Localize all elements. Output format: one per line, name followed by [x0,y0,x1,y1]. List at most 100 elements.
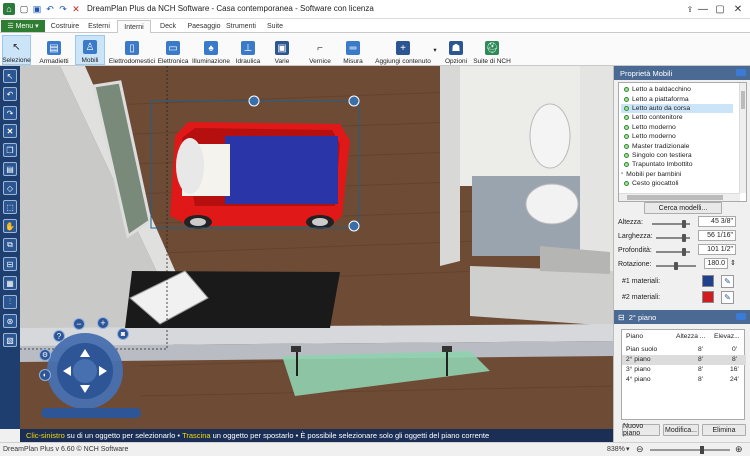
width-input[interactable]: 56 1/16" [698,230,736,241]
camera-icon[interactable] [736,313,746,320]
table-row[interactable]: 3° piano 8' 16' [622,365,746,375]
lighting-tool-button[interactable]: ♠ Illuminazione [192,35,230,65]
list-item-selected[interactable]: Letto auto da corsa [621,103,733,114]
list-horizontal-scrollbar[interactable] [619,193,740,201]
undo-icon[interactable]: ↶ [3,87,17,101]
list-item[interactable]: Letto a piattaforma [624,94,689,103]
nch-suite-button[interactable]: ⛑ Suite di NCH [472,35,512,65]
material-2-swatch[interactable] [702,291,714,303]
width-slider[interactable] [656,234,690,242]
new-icon[interactable]: ▢ [18,3,30,15]
table-row[interactable]: 4° piano 8' 24' [622,375,746,385]
grid-icon[interactable]: ▦ [3,276,17,290]
collapse-icon[interactable]: ⊟ [618,313,625,322]
zoom-in-button[interactable]: ⊕ [735,444,743,455]
material-1-swatch[interactable] [702,275,714,287]
rotation-slider[interactable] [656,262,696,270]
edit-floor-button[interactable]: Modifica... [663,424,699,436]
zoom-in-icon[interactable]: + [97,317,109,329]
tab-interni[interactable]: Interni [117,20,151,33]
tab-suite[interactable]: Suite [264,20,286,33]
hand-icon[interactable]: ✋ [3,219,17,233]
list-item[interactable]: Trapuntato Imbottito [624,160,693,169]
electronics-tool-button[interactable]: ▭ Elettronica [157,35,189,65]
paint-tool-button[interactable]: ⌐ Vernice [306,35,334,66]
list-vertical-scrollbar[interactable] [739,83,746,193]
tab-paesaggio[interactable]: Paesaggio [184,20,224,33]
spinner-icon[interactable]: ⇕ [730,259,736,267]
zoom-slider-thumb[interactable] [700,446,704,454]
table-row[interactable]: Pian suolo 8' 0' [622,345,746,355]
close-button[interactable]: ✕ [729,1,747,17]
tab-costruire[interactable]: Costruire [48,20,82,33]
cabinets-tool-button[interactable]: ▤ Armadietti [37,35,71,65]
add-content-button[interactable]: + Aggiungi contenuto [374,35,432,65]
eyedropper-icon[interactable]: ✎ [721,275,734,288]
camera-icon[interactable]: ◙ [117,328,129,340]
delete-icon[interactable]: ✕ [70,3,82,15]
list-item[interactable]: Letto moderno [624,132,676,141]
search-models-button[interactable]: Cerca modelli... [644,202,722,214]
list-category[interactable]: ▫ Mobili per bambini [621,170,681,179]
compass-icon[interactable]: ⊛ [3,314,17,328]
plumbing-tool-button[interactable]: ⊥ Idraulica [233,35,263,65]
zoom-out-icon[interactable]: − [73,318,85,330]
options-button[interactable]: ☗ Opzioni [443,35,469,65]
camera-icon[interactable] [736,69,746,76]
new-floor-button[interactable]: Nuovo piano [622,423,660,437]
list-item[interactable]: Letto contenitore [624,113,683,122]
settings-icon[interactable]: ⚙ [39,349,51,361]
list-item[interactable]: Master tradizionale [624,141,689,150]
align-icon[interactable]: ⫶ [3,295,17,309]
pan-control[interactable] [73,359,97,383]
copy-icon[interactable]: ❐ [3,143,17,157]
appliances-tool-button[interactable]: ▯ Elettrodomestici [108,35,156,65]
furniture-list[interactable]: Letto a baldacchino Letto a piattaforma … [618,82,747,202]
zoom-slider[interactable] [650,449,730,451]
selection-tool-button[interactable]: ↖ Selezione [2,35,31,65]
orbit-icon[interactable]: ◐ [39,369,51,381]
help-icon[interactable]: ? [53,330,65,342]
depth-slider[interactable] [656,248,690,256]
tab-strumenti[interactable]: Strumenti [226,20,256,33]
zoom-out-button[interactable]: ⊖ [636,444,644,455]
height-input[interactable]: 45 3/8" [698,216,736,227]
tab-esterni[interactable]: Esterni [84,20,114,33]
maximize-button[interactable]: ▢ [711,1,729,17]
list-item[interactable]: Cesto giocattoli [624,179,678,188]
group-icon[interactable]: ⧉ [3,238,17,252]
redo-icon[interactable]: ↷ [57,3,69,15]
minimize-button[interactable]: — [694,1,712,17]
undo-icon[interactable]: ↶ [44,3,56,15]
hint-text: un oggetto per spostarlo • È possibile s… [210,431,490,440]
chevron-down-icon[interactable]: ▾ [626,445,630,453]
redo-icon[interactable]: ↷ [3,106,17,120]
rotation-input[interactable]: 180.0 [704,258,728,269]
save-icon[interactable]: ▣ [31,3,43,15]
misc-tool-button[interactable]: ▣ Varie [270,35,294,65]
cursor-icon[interactable]: ↖ [3,69,17,83]
menu-button[interactable]: ☰ Menu ▾ [1,20,45,32]
furniture-tool-button[interactable]: ♙ Mobili [75,35,105,65]
paste-icon[interactable]: ▤ [3,162,17,176]
3d-viewport[interactable]: ? − + ◙ ⚙ ◐ [20,66,613,429]
view-3d-icon[interactable]: ◇ [3,181,17,195]
layers-icon[interactable]: ▧ [3,333,17,347]
table-row-selected[interactable]: 2° piano 8' 8' [622,355,746,365]
list-item[interactable]: Letto a baldacchino [624,85,691,94]
eyedropper-icon[interactable]: ✎ [721,291,734,304]
height-slider[interactable] [652,220,690,228]
list-item[interactable]: Letto moderno [624,123,676,132]
list-item[interactable]: Singolo con testiera [624,151,692,160]
zoom-slider[interactable] [41,408,141,418]
measure-tool-button[interactable]: ═ Misura [340,35,366,65]
app-logo-icon: ⌂ [3,3,15,15]
view-top-icon[interactable]: ⬚ [3,200,17,214]
delete-icon[interactable]: ✕ [3,124,17,138]
depth-input[interactable]: 101 1/2" [698,244,736,255]
ruler-icon[interactable]: ⊟ [3,257,17,271]
tab-deck[interactable]: Deck [156,20,180,33]
add-content-dropdown[interactable]: ▾ [432,35,438,65]
delete-floor-button[interactable]: Elimina [702,424,746,436]
floors-table[interactable]: Piano Altezza ... Elevaz... Pian suolo 8… [621,329,746,420]
